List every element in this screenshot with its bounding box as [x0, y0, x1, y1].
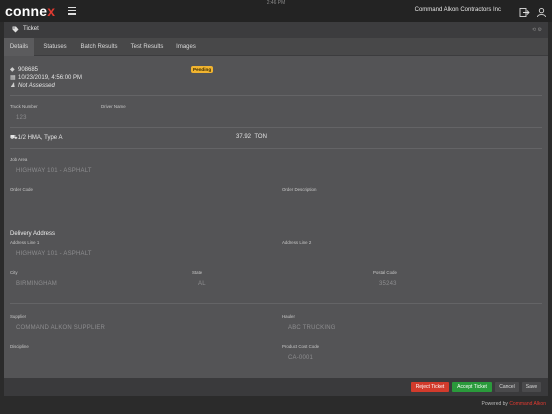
- ticket-title: Ticket: [23, 26, 39, 32]
- hauler-value: ABC TRUCKING: [288, 325, 336, 331]
- app-logo: connex: [5, 3, 55, 19]
- product-cost-code-value: CA-0001: [288, 355, 314, 361]
- address-line1-label: Address Line 1: [10, 240, 40, 245]
- tab-test-results[interactable]: Test Results: [125, 38, 169, 56]
- panel-icons[interactable]: ⟲ ⚙: [532, 27, 542, 33]
- ticket-header: Ticket ⟲ ⚙: [4, 22, 548, 38]
- ticket-date-row: ▦ 10/23/2019, 4:56:00 PM: [10, 74, 82, 81]
- delivery-address-heading: Delivery Address: [10, 231, 56, 237]
- tag-icon: ◆: [10, 67, 15, 73]
- postal-code-label: Postal Code: [373, 270, 397, 275]
- person-icon: ♟: [10, 83, 16, 89]
- details-content: ◆ 908685 Pending ▦ 10/23/2019, 4:56:00 PM …: [4, 56, 548, 378]
- assessment-row: ♟ Not Assessed: [10, 82, 55, 89]
- product-name: 1/2 HMA, Type A: [17, 135, 63, 141]
- logo-x: x: [47, 3, 56, 19]
- supplier-label: Supplier: [10, 314, 27, 319]
- cancel-button[interactable]: Cancel: [495, 382, 519, 392]
- product-row: ⛟1/2 HMA, Type A: [10, 134, 62, 142]
- tag-icon: [12, 26, 19, 33]
- status-badge: Pending: [191, 66, 214, 73]
- powered-by: Powered by Command Alkon: [481, 401, 546, 407]
- discipline-label: Discipline: [10, 344, 29, 349]
- supplier-value: COMMAND ALKON SUPPLIER: [16, 325, 106, 331]
- action-bar: Reject Ticket Accept Ticket Cancel Save: [4, 378, 548, 396]
- powered-by-brand[interactable]: Command Alkon: [509, 401, 546, 407]
- logout-icon[interactable]: [519, 5, 530, 17]
- reject-ticket-button[interactable]: Reject Ticket: [411, 382, 449, 392]
- status-time: 2:46 PM: [266, 0, 286, 6]
- save-button[interactable]: Save: [522, 382, 541, 392]
- driver-name-label: Driver Name: [101, 104, 126, 109]
- order-code-label: Order Code: [10, 187, 33, 192]
- ticket-number: 908685: [18, 67, 39, 73]
- calendar-icon: ▦: [10, 75, 16, 81]
- job-area-value: HIGHWAY 101 - ASPHALT: [16, 168, 92, 174]
- ticket-number-row: ◆ 908685: [10, 66, 38, 73]
- user-icon[interactable]: [536, 5, 547, 18]
- tab-statuses[interactable]: Statuses: [37, 38, 73, 56]
- ticket-datetime: 10/23/2019, 4:56:00 PM: [18, 75, 83, 81]
- top-bar: 2:46 PM connex Command Alkon Contractors…: [0, 0, 552, 22]
- city-value: BIRMINGHAM: [16, 281, 57, 287]
- tab-batch-results[interactable]: Batch Results: [75, 38, 123, 56]
- ticket-panel: Ticket ⟲ ⚙ Details Statuses Batch Result…: [4, 22, 548, 396]
- state-label: State: [192, 270, 203, 275]
- truck-number-label: Truck Number: [10, 104, 38, 109]
- accept-ticket-button[interactable]: Accept Ticket: [452, 382, 492, 392]
- tab-details[interactable]: Details: [4, 38, 34, 56]
- state-value: AL: [198, 281, 206, 287]
- divider: [10, 127, 542, 128]
- company-name: Command Alkon Contractors Inc: [414, 7, 501, 13]
- postal-code-value: 35243: [379, 281, 397, 287]
- divider: [10, 148, 542, 149]
- tab-images[interactable]: Images: [171, 38, 201, 56]
- city-label: City: [10, 270, 18, 275]
- logo-text: conne: [5, 3, 48, 19]
- order-description-label: Order Description: [282, 187, 317, 192]
- truck-number-value: 123: [16, 115, 27, 121]
- address-line2-label: Address Line 2: [282, 240, 312, 245]
- truck-icon: ⛟: [10, 135, 18, 141]
- product-cost-code-label: Product Cost Code: [282, 344, 320, 349]
- divider: [10, 303, 542, 304]
- divider: [10, 95, 542, 96]
- address-line1-value: HIGHWAY 101 - ASPHALT: [16, 251, 92, 257]
- tab-bar: Details Statuses Batch Results Test Resu…: [4, 38, 548, 56]
- product-quantity: 37.92 TON: [236, 134, 267, 140]
- menu-icon[interactable]: [68, 7, 76, 15]
- job-area-label: Job Area: [10, 157, 28, 162]
- hauler-label: Hauler: [282, 314, 295, 319]
- assessment-status: Not Assessed: [18, 83, 55, 89]
